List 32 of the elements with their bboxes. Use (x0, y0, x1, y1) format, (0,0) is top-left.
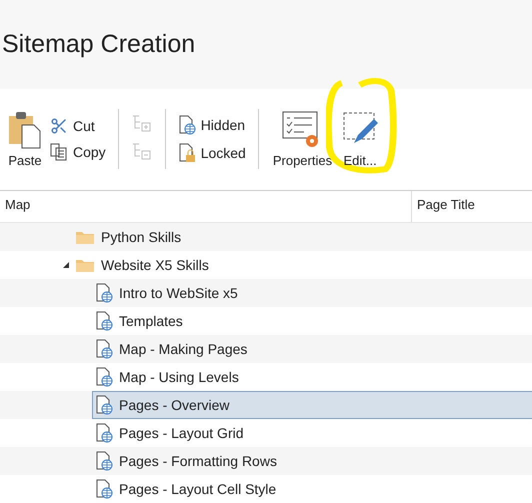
tree-item[interactable]: Pages - Overview (92, 391, 532, 420)
column-header[interactable]: Page Title (412, 191, 532, 222)
page-globe-icon (95, 367, 113, 388)
folder-icon (75, 257, 95, 274)
cut-button[interactable]: Cut (50, 117, 106, 136)
scissors-icon (50, 117, 68, 136)
properties-button[interactable]: Properties (270, 108, 334, 170)
folder-icon (75, 229, 95, 246)
page-globe-icon (95, 395, 113, 416)
page-globe-icon (95, 339, 113, 360)
expanded-arrow-icon[interactable] (62, 261, 70, 270)
copy-icon (50, 143, 68, 162)
edit-button[interactable]: Edit... (340, 108, 380, 170)
page-globe-icon (95, 479, 113, 500)
hidden-button[interactable]: Hidden (178, 115, 246, 136)
tree-item[interactable]: Website X5 Skills (72, 251, 532, 280)
locked-button[interactable]: Locked (178, 143, 246, 164)
page-globe-icon (95, 423, 113, 444)
paste-button[interactable]: Paste (6, 108, 44, 170)
page-lock-icon (178, 143, 196, 164)
page-title: Sitemap Creation (2, 30, 196, 59)
clipboard-icon (8, 110, 42, 149)
copy-button[interactable]: Copy (50, 143, 106, 162)
page-globe-icon (95, 451, 113, 472)
tree-item[interactable]: Templates (92, 307, 532, 336)
tree-item[interactable]: Pages - Layout Cell Style (92, 475, 532, 503)
page-globe-icon (95, 283, 113, 304)
page-globe-icon (95, 311, 113, 332)
tree-item[interactable]: Pages - Layout Grid (92, 419, 532, 448)
page-globe-icon (178, 115, 196, 136)
column-header[interactable]: Map (0, 191, 412, 222)
tree-item[interactable]: Map - Using Levels (92, 363, 532, 392)
